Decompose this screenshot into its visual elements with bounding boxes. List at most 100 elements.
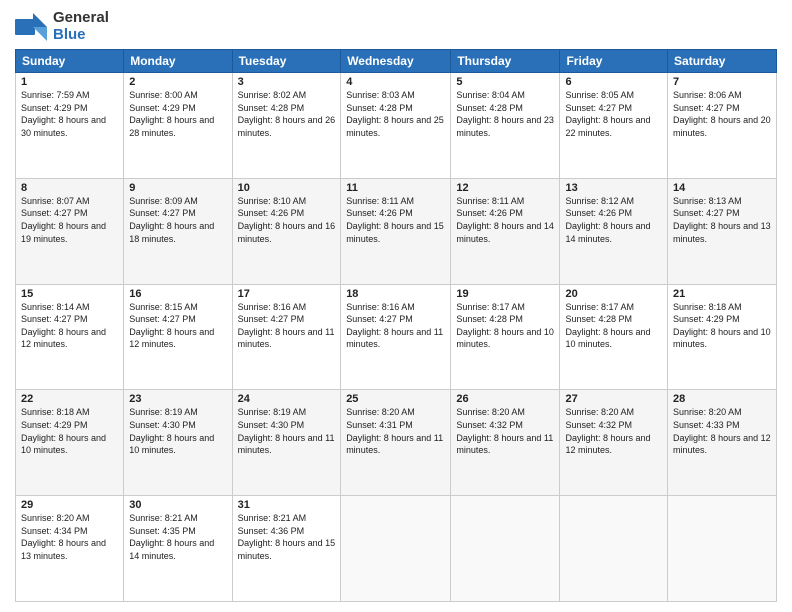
day-number: 20 [565, 288, 662, 300]
calendar-cell: 29Sunrise: 8:20 AMSunset: 4:34 PMDayligh… [16, 496, 124, 602]
calendar-cell: 11Sunrise: 8:11 AMSunset: 4:26 PMDayligh… [341, 178, 451, 284]
day-info: Sunrise: 8:17 AMSunset: 4:28 PMDaylight:… [456, 301, 554, 351]
day-number: 22 [21, 393, 118, 405]
calendar-cell: 3Sunrise: 8:02 AMSunset: 4:28 PMDaylight… [232, 73, 341, 179]
calendar-week-row: 29Sunrise: 8:20 AMSunset: 4:34 PMDayligh… [16, 496, 777, 602]
calendar-week-row: 8Sunrise: 8:07 AMSunset: 4:27 PMDaylight… [16, 178, 777, 284]
day-info: Sunrise: 8:02 AMSunset: 4:28 PMDaylight:… [238, 89, 336, 139]
day-number: 14 [673, 182, 771, 194]
day-info: Sunrise: 8:16 AMSunset: 4:27 PMDaylight:… [346, 301, 445, 351]
day-info: Sunrise: 7:59 AMSunset: 4:29 PMDaylight:… [21, 89, 118, 139]
calendar-cell: 9Sunrise: 8:09 AMSunset: 4:27 PMDaylight… [124, 178, 232, 284]
day-info: Sunrise: 8:11 AMSunset: 4:26 PMDaylight:… [456, 195, 554, 245]
day-info: Sunrise: 8:21 AMSunset: 4:36 PMDaylight:… [238, 512, 336, 562]
day-info: Sunrise: 8:20 AMSunset: 4:34 PMDaylight:… [21, 512, 118, 562]
logo-icon [15, 13, 47, 41]
header: General Blue [15, 10, 777, 43]
calendar-cell: 28Sunrise: 8:20 AMSunset: 4:33 PMDayligh… [668, 390, 777, 496]
day-info: Sunrise: 8:20 AMSunset: 4:33 PMDaylight:… [673, 406, 771, 456]
calendar-cell: 17Sunrise: 8:16 AMSunset: 4:27 PMDayligh… [232, 284, 341, 390]
day-info: Sunrise: 8:16 AMSunset: 4:27 PMDaylight:… [238, 301, 336, 351]
calendar-day-header: Tuesday [232, 50, 341, 73]
calendar-cell: 31Sunrise: 8:21 AMSunset: 4:36 PMDayligh… [232, 496, 341, 602]
calendar-header-row: SundayMondayTuesdayWednesdayThursdayFrid… [16, 50, 777, 73]
day-number: 29 [21, 499, 118, 511]
day-info: Sunrise: 8:19 AMSunset: 4:30 PMDaylight:… [129, 406, 226, 456]
day-number: 28 [673, 393, 771, 405]
day-info: Sunrise: 8:20 AMSunset: 4:32 PMDaylight:… [456, 406, 554, 456]
day-info: Sunrise: 8:19 AMSunset: 4:30 PMDaylight:… [238, 406, 336, 456]
calendar-cell: 8Sunrise: 8:07 AMSunset: 4:27 PMDaylight… [16, 178, 124, 284]
calendar-day-header: Monday [124, 50, 232, 73]
calendar-cell: 20Sunrise: 8:17 AMSunset: 4:28 PMDayligh… [560, 284, 668, 390]
calendar-cell: 23Sunrise: 8:19 AMSunset: 4:30 PMDayligh… [124, 390, 232, 496]
logo: General Blue [15, 10, 109, 43]
day-number: 30 [129, 499, 226, 511]
day-info: Sunrise: 8:12 AMSunset: 4:26 PMDaylight:… [565, 195, 662, 245]
calendar-cell: 19Sunrise: 8:17 AMSunset: 4:28 PMDayligh… [451, 284, 560, 390]
calendar-cell [668, 496, 777, 602]
calendar-day-header: Wednesday [341, 50, 451, 73]
day-info: Sunrise: 8:03 AMSunset: 4:28 PMDaylight:… [346, 89, 445, 139]
day-number: 15 [21, 288, 118, 300]
day-number: 16 [129, 288, 226, 300]
logo-line1: General [53, 10, 109, 27]
day-number: 10 [238, 182, 336, 194]
calendar-day-header: Thursday [451, 50, 560, 73]
calendar-cell [341, 496, 451, 602]
calendar-day-header: Saturday [668, 50, 777, 73]
day-info: Sunrise: 8:20 AMSunset: 4:31 PMDaylight:… [346, 406, 445, 456]
day-number: 1 [21, 76, 118, 88]
day-info: Sunrise: 8:18 AMSunset: 4:29 PMDaylight:… [21, 406, 118, 456]
day-number: 11 [346, 182, 445, 194]
day-number: 3 [238, 76, 336, 88]
day-number: 23 [129, 393, 226, 405]
page: General Blue SundayMondayTuesdayWednesda… [0, 0, 792, 612]
calendar-week-row: 1Sunrise: 7:59 AMSunset: 4:29 PMDaylight… [16, 73, 777, 179]
day-info: Sunrise: 8:10 AMSunset: 4:26 PMDaylight:… [238, 195, 336, 245]
day-number: 19 [456, 288, 554, 300]
day-number: 4 [346, 76, 445, 88]
day-number: 21 [673, 288, 771, 300]
day-number: 8 [21, 182, 118, 194]
calendar-cell: 26Sunrise: 8:20 AMSunset: 4:32 PMDayligh… [451, 390, 560, 496]
calendar-cell [560, 496, 668, 602]
logo-line2: Blue [53, 27, 109, 44]
day-number: 18 [346, 288, 445, 300]
calendar-table: SundayMondayTuesdayWednesdayThursdayFrid… [15, 49, 777, 602]
day-number: 24 [238, 393, 336, 405]
calendar-cell: 14Sunrise: 8:13 AMSunset: 4:27 PMDayligh… [668, 178, 777, 284]
calendar-cell: 18Sunrise: 8:16 AMSunset: 4:27 PMDayligh… [341, 284, 451, 390]
day-info: Sunrise: 8:15 AMSunset: 4:27 PMDaylight:… [129, 301, 226, 351]
day-info: Sunrise: 8:20 AMSunset: 4:32 PMDaylight:… [565, 406, 662, 456]
calendar-cell: 13Sunrise: 8:12 AMSunset: 4:26 PMDayligh… [560, 178, 668, 284]
day-number: 25 [346, 393, 445, 405]
day-number: 31 [238, 499, 336, 511]
day-info: Sunrise: 8:05 AMSunset: 4:27 PMDaylight:… [565, 89, 662, 139]
calendar-week-row: 15Sunrise: 8:14 AMSunset: 4:27 PMDayligh… [16, 284, 777, 390]
calendar-cell: 10Sunrise: 8:10 AMSunset: 4:26 PMDayligh… [232, 178, 341, 284]
calendar-cell: 2Sunrise: 8:00 AMSunset: 4:29 PMDaylight… [124, 73, 232, 179]
day-info: Sunrise: 8:07 AMSunset: 4:27 PMDaylight:… [21, 195, 118, 245]
day-number: 5 [456, 76, 554, 88]
calendar-cell: 5Sunrise: 8:04 AMSunset: 4:28 PMDaylight… [451, 73, 560, 179]
calendar-cell: 7Sunrise: 8:06 AMSunset: 4:27 PMDaylight… [668, 73, 777, 179]
calendar-cell: 27Sunrise: 8:20 AMSunset: 4:32 PMDayligh… [560, 390, 668, 496]
day-info: Sunrise: 8:09 AMSunset: 4:27 PMDaylight:… [129, 195, 226, 245]
calendar-cell: 21Sunrise: 8:18 AMSunset: 4:29 PMDayligh… [668, 284, 777, 390]
day-info: Sunrise: 8:21 AMSunset: 4:35 PMDaylight:… [129, 512, 226, 562]
calendar-cell: 1Sunrise: 7:59 AMSunset: 4:29 PMDaylight… [16, 73, 124, 179]
day-info: Sunrise: 8:04 AMSunset: 4:28 PMDaylight:… [456, 89, 554, 139]
day-info: Sunrise: 8:11 AMSunset: 4:26 PMDaylight:… [346, 195, 445, 245]
calendar-cell: 6Sunrise: 8:05 AMSunset: 4:27 PMDaylight… [560, 73, 668, 179]
calendar-cell: 24Sunrise: 8:19 AMSunset: 4:30 PMDayligh… [232, 390, 341, 496]
day-number: 9 [129, 182, 226, 194]
calendar-cell: 22Sunrise: 8:18 AMSunset: 4:29 PMDayligh… [16, 390, 124, 496]
day-number: 6 [565, 76, 662, 88]
calendar-day-header: Friday [560, 50, 668, 73]
day-info: Sunrise: 8:06 AMSunset: 4:27 PMDaylight:… [673, 89, 771, 139]
day-number: 27 [565, 393, 662, 405]
calendar-cell: 15Sunrise: 8:14 AMSunset: 4:27 PMDayligh… [16, 284, 124, 390]
calendar-cell: 16Sunrise: 8:15 AMSunset: 4:27 PMDayligh… [124, 284, 232, 390]
day-info: Sunrise: 8:13 AMSunset: 4:27 PMDaylight:… [673, 195, 771, 245]
